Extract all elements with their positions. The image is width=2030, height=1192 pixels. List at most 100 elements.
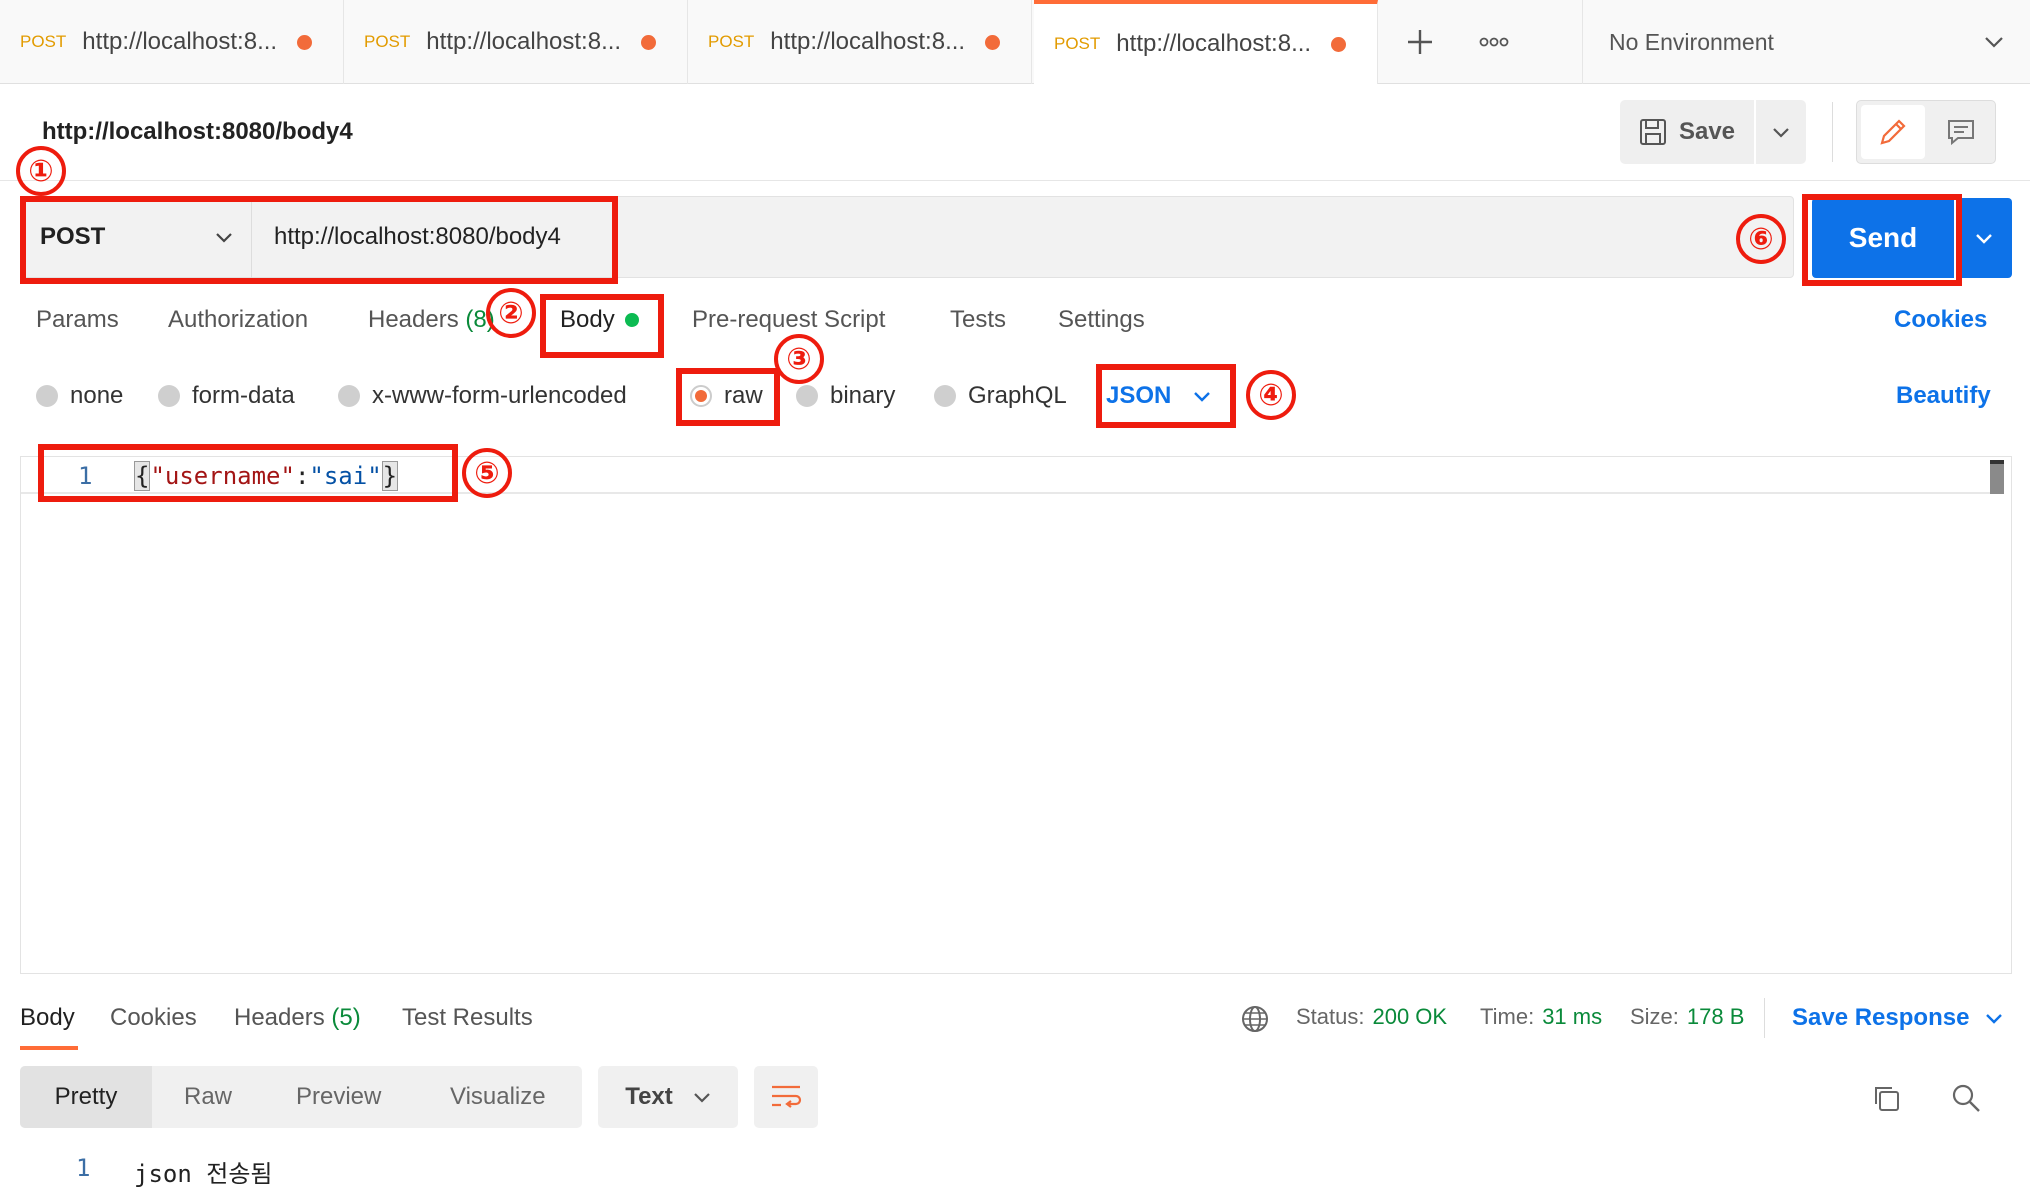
unsaved-dot-icon — [1331, 36, 1347, 52]
request-tab-active[interactable]: POST http://localhost:8... — [1034, 0, 1378, 84]
response-time[interactable]: Time: 31 ms — [1480, 1004, 1602, 1030]
radio-label: form-data — [192, 382, 295, 409]
radio-label: none — [70, 382, 124, 409]
radio-circle — [934, 385, 956, 407]
tab-method: POST — [20, 32, 67, 51]
response-format-select[interactable]: Text — [598, 1066, 738, 1128]
comment-icon — [1948, 120, 1974, 146]
view-visualize[interactable]: Visualize — [450, 1066, 546, 1128]
size-label: Size: — [1630, 1004, 1679, 1029]
tab-prerequest-script[interactable]: Pre-request Script — [692, 306, 885, 334]
pencil-icon — [1880, 119, 1906, 145]
header-divider — [0, 180, 2030, 181]
active-tab-indicator — [20, 1046, 78, 1050]
radio-circle — [796, 385, 818, 407]
search-button[interactable] — [1946, 1078, 1986, 1118]
view-raw[interactable]: Raw — [184, 1066, 232, 1128]
more-tabs-button[interactable] — [1464, 12, 1524, 72]
size-value: 178 B — [1686, 1004, 1745, 1029]
resp-tab-test-results[interactable]: Test Results — [402, 1004, 533, 1032]
edit-mode-button[interactable] — [1861, 105, 1925, 159]
save-label: Save — [1678, 118, 1736, 145]
response-content[interactable]: json 전송됨 — [134, 1154, 273, 1189]
annotation-number-4: ④ — [1246, 370, 1296, 420]
save-icon — [1639, 119, 1666, 145]
chevron-down-icon — [1985, 37, 2003, 48]
tab-params[interactable]: Params — [36, 306, 119, 334]
tab-headers[interactable]: Headers (8) — [368, 306, 495, 334]
response-status[interactable]: Status: 200 OK — [1296, 1004, 1447, 1030]
view-preview[interactable]: Preview — [296, 1066, 381, 1128]
resp-line-number: 1 — [76, 1154, 91, 1182]
cookies-link[interactable]: Cookies — [1894, 306, 1987, 334]
time-value: 31 ms — [1542, 1004, 1603, 1029]
annotation-box-editor-line — [38, 444, 458, 502]
tab-url: http://localhost:8... — [82, 28, 278, 55]
tab-url: http://localhost:8... — [426, 28, 622, 55]
request-title[interactable]: http://localhost:8080/body4 — [42, 118, 353, 146]
environment-label: No Environment — [1609, 28, 1774, 55]
annotation-number-3: ③ — [774, 334, 824, 384]
request-tab[interactable]: POST http://localhost:8... — [0, 0, 344, 84]
request-tab[interactable]: POST http://localhost:8... — [688, 0, 1032, 84]
request-tab[interactable]: POST http://localhost:8... — [344, 0, 688, 84]
resp-tab-cookies[interactable]: Cookies — [110, 1004, 197, 1032]
radio-binary[interactable]: binary — [796, 382, 895, 410]
unsaved-dot-icon — [641, 34, 657, 50]
comments-button[interactable] — [1929, 105, 1993, 159]
beautify-link[interactable]: Beautify — [1896, 382, 1991, 410]
response-size[interactable]: Size: 178 B — [1630, 1004, 1744, 1030]
save-dropdown-button[interactable] — [1756, 100, 1806, 164]
unsaved-dot-icon — [985, 34, 1001, 50]
radio-circle — [338, 385, 360, 407]
resp-tab-headers[interactable]: Headers (5) — [234, 1004, 361, 1032]
radio-graphql[interactable]: GraphQL — [934, 382, 1067, 410]
radio-label: GraphQL — [968, 382, 1067, 409]
radio-none[interactable]: none — [36, 382, 123, 410]
save-button[interactable]: Save — [1620, 100, 1754, 164]
tab-method: POST — [1054, 34, 1101, 53]
annotation-box-raw — [676, 368, 780, 426]
new-tab-button[interactable] — [1390, 12, 1450, 72]
annotation-box-body-tab — [540, 294, 664, 358]
status-label: Status: — [1296, 1004, 1365, 1029]
status-divider — [1764, 998, 1765, 1038]
view-pretty[interactable]: Pretty — [20, 1066, 152, 1128]
resp-tab-headers-label: Headers — [234, 1004, 325, 1031]
annotation-number-6: ⑥ — [1736, 214, 1786, 264]
response-format-label: Text — [625, 1083, 673, 1110]
tab-url: http://localhost:8... — [1116, 30, 1312, 57]
chevron-down-icon — [694, 1092, 710, 1103]
copy-icon — [1875, 1087, 1899, 1111]
annotation-box-method-url — [20, 196, 618, 284]
chevron-down-icon — [1986, 1013, 2003, 1024]
editor-scrollbar[interactable] — [1990, 460, 2004, 494]
search-icon — [1952, 1084, 1980, 1112]
body-editor[interactable] — [20, 456, 2012, 974]
radio-label: x-www-form-urlencoded — [372, 382, 627, 409]
tab-settings[interactable]: Settings — [1058, 306, 1145, 334]
toolbar-divider — [1832, 102, 1833, 162]
annotation-box-send — [1802, 194, 1962, 286]
save-response-button[interactable]: Save Response — [1792, 1004, 2003, 1032]
radio-urlencoded[interactable]: x-www-form-urlencoded — [338, 382, 627, 410]
radio-label: binary — [830, 382, 896, 409]
annotation-number-2: ② — [486, 288, 536, 338]
radio-form-data[interactable]: form-data — [158, 382, 295, 410]
tab-tests[interactable]: Tests — [950, 306, 1006, 334]
save-response-label: Save Response — [1792, 1004, 1970, 1031]
radio-circle — [36, 385, 58, 407]
plus-icon — [1408, 30, 1432, 54]
annotation-number-5: ⑤ — [462, 448, 512, 498]
annotation-number-1: ① — [16, 146, 66, 196]
copy-button[interactable] — [1866, 1078, 1906, 1118]
tab-headers-label: Headers — [368, 306, 459, 333]
tab-authorization[interactable]: Authorization — [168, 306, 308, 334]
wrap-lines-button[interactable] — [754, 1066, 818, 1128]
resp-headers-count: (5) — [331, 1004, 361, 1031]
globe-icon[interactable] — [1240, 1004, 1270, 1034]
environment-selector[interactable]: No Environment — [1582, 0, 2030, 84]
resp-tab-body[interactable]: Body — [20, 1004, 75, 1032]
send-dropdown-button[interactable] — [1956, 198, 2012, 278]
tab-method: POST — [364, 32, 411, 51]
